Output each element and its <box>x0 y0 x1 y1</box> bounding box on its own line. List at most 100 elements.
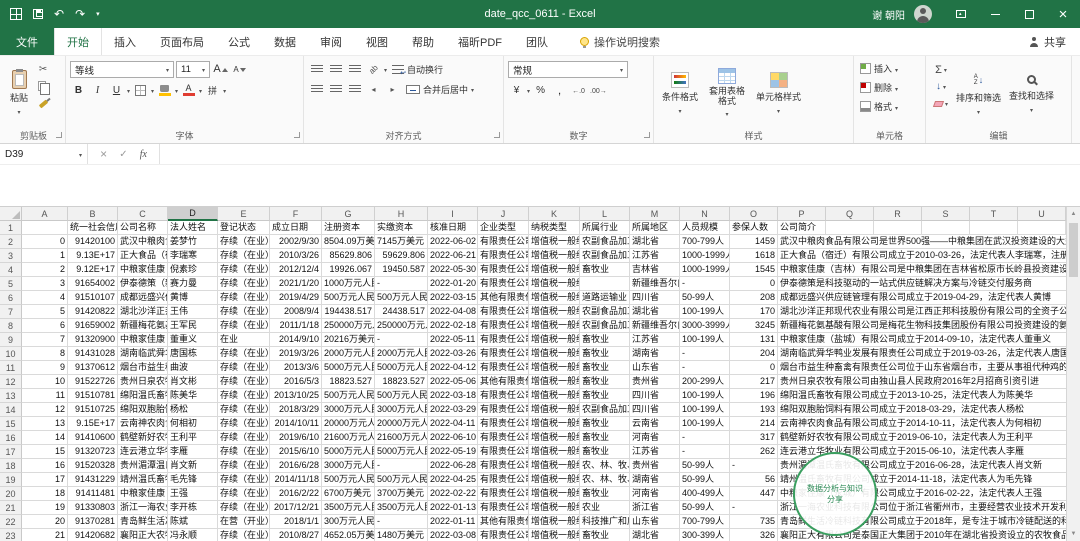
cell[interactable]: 0 <box>730 277 778 291</box>
cell[interactable]: 有限责任公司 <box>478 445 529 459</box>
cell[interactable]: - <box>375 333 428 347</box>
cell[interactable]: 50-99人 <box>680 291 730 305</box>
cell[interactable]: 贵州湄潭温氏畜牧有限公司 <box>118 459 168 473</box>
cell[interactable] <box>580 277 630 291</box>
cell[interactable]: 在业 <box>218 333 270 347</box>
cell[interactable]: 增值税一般纳税人 <box>529 235 580 249</box>
cell[interactable]: 四川省 <box>630 403 680 417</box>
cell[interactable]: 2017/12/21 <box>270 501 322 515</box>
cell[interactable]: 2015/6/10 <box>270 445 322 459</box>
column-header-U[interactable]: U <box>1018 207 1066 221</box>
cell[interactable]: 增值税一般纳税人 <box>529 277 580 291</box>
cell[interactable]: 100-199人 <box>680 403 730 417</box>
cell[interactable]: 400-499人 <box>680 487 730 501</box>
cell[interactable]: 262 <box>730 445 778 459</box>
cell[interactable]: 1 <box>22 249 68 263</box>
redo-icon[interactable] <box>75 8 85 20</box>
cut-button[interactable] <box>34 62 52 77</box>
tab-insert[interactable]: 插入 <box>102 28 148 55</box>
scroll-down-icon[interactable] <box>1067 527 1080 541</box>
cell[interactable]: 有限责任公司 <box>478 431 529 445</box>
row-header-5[interactable]: 5 <box>0 277 22 291</box>
cell[interactable]: 500万元人民币 <box>322 291 375 305</box>
insert-cells-button[interactable]: 插入 <box>858 59 921 78</box>
enter-icon[interactable] <box>119 149 127 160</box>
cell[interactable]: 曲波 <box>168 361 218 375</box>
cell[interactable]: 其他有限责任公司 <box>478 291 529 305</box>
cell[interactable]: 2000万元人民币 <box>322 347 375 361</box>
align-right-button[interactable] <box>346 81 363 97</box>
cell[interactable]: 91370612 <box>68 361 118 375</box>
cell[interactable]: 1000万元人民币 <box>322 277 375 291</box>
dialog-launcher-icon[interactable] <box>294 132 300 138</box>
name-box[interactable]: D39 <box>0 144 88 164</box>
cell[interactable]: 18823.527 <box>322 375 375 389</box>
cell[interactable]: 2016/6/28 <box>270 459 322 473</box>
cell[interactable]: 91510781 <box>68 389 118 403</box>
cell[interactable]: 447 <box>730 487 778 501</box>
cell[interactable]: 91420100 <box>68 235 118 249</box>
cell[interactable]: 新疆梅花氨基酸有限公司 <box>118 319 168 333</box>
cell[interactable]: 3000万元人民币 <box>375 403 428 417</box>
copy-button[interactable] <box>34 79 52 94</box>
increase-font-size-button[interactable] <box>212 62 229 78</box>
cell[interactable]: 在营（开业） <box>218 515 270 529</box>
cell[interactable]: 2022-03-18 <box>428 389 478 403</box>
clear-button[interactable] <box>932 96 950 111</box>
cell[interactable]: 有限责任公司 <box>478 473 529 487</box>
cell[interactable]: 增值税一般纳税人 <box>529 431 580 445</box>
chevron-down-icon[interactable] <box>151 84 154 96</box>
cell[interactable]: 500万元人民币 <box>322 389 375 403</box>
cell[interactable]: 59629.806 <box>375 249 428 263</box>
cell[interactable]: 何相初 <box>168 417 218 431</box>
row-header-6[interactable]: 6 <box>0 291 22 305</box>
underline-button[interactable] <box>108 82 125 98</box>
cell[interactable]: 有限责任公司 <box>478 333 529 347</box>
align-center-button[interactable] <box>327 81 344 97</box>
cell[interactable]: 317 <box>730 431 778 445</box>
percent-style-button[interactable] <box>532 82 549 98</box>
cell[interactable]: 2022-02-22 <box>428 487 478 501</box>
vertical-scrollbar[interactable] <box>1066 207 1080 541</box>
row-header-3[interactable]: 3 <box>0 249 22 263</box>
cell[interactable]: 200-299人 <box>680 375 730 389</box>
cell[interactable]: 14 <box>22 431 68 445</box>
cell[interactable]: 靖州温氏畜牧有限公司 <box>118 473 168 487</box>
find-select-button[interactable]: 查找和选择 <box>1005 59 1058 127</box>
cell[interactable]: 绵阳温氏畜牧有限公司 <box>118 389 168 403</box>
cell[interactable]: 王伟 <box>168 305 218 319</box>
cell[interactable]: 唐国栋 <box>168 347 218 361</box>
tab-team[interactable]: 团队 <box>514 28 560 55</box>
row-header-12[interactable]: 12 <box>0 375 22 389</box>
user-avatar[interactable] <box>914 5 932 23</box>
column-header-Q[interactable]: Q <box>826 207 874 221</box>
cell[interactable]: 7 <box>22 333 68 347</box>
align-top-button[interactable] <box>308 61 325 77</box>
cell[interactable]: - <box>680 431 730 445</box>
format-as-table-button[interactable]: 套用表格格式 <box>702 59 752 127</box>
cancel-icon[interactable] <box>100 147 107 161</box>
cell[interactable]: 91659002 <box>68 319 118 333</box>
minimize-button[interactable] <box>978 0 1012 28</box>
column-header-O[interactable]: O <box>730 207 778 221</box>
cell[interactable]: 18 <box>22 487 68 501</box>
cell[interactable]: 2011/1/18 <box>270 319 322 333</box>
cell[interactable]: 18823.527 <box>375 375 428 389</box>
format-painter-button[interactable] <box>34 96 52 111</box>
scrollbar-thumb[interactable] <box>1069 223 1078 277</box>
cell[interactable]: 武汉中粮肉食品有限公司是世界500强——中粮集团在武汉投资建设的大型现代化肉类食… <box>778 235 1066 249</box>
bold-button[interactable] <box>70 82 87 98</box>
cell[interactable]: 核准日期 <box>428 221 478 235</box>
cell[interactable]: 畜牧业 <box>580 431 630 445</box>
cell[interactable]: 烟台市益生种畜禽有限责任公司 <box>118 361 168 375</box>
row-header-15[interactable]: 15 <box>0 417 22 431</box>
cell[interactable]: 伊泰德策（新疆）供应链管理有限公司 <box>118 277 168 291</box>
cell[interactable]: 增值税一般纳税人 <box>529 417 580 431</box>
chevron-down-icon[interactable] <box>384 63 387 75</box>
paste-button[interactable]: 粘贴 <box>6 59 32 127</box>
cell[interactable]: - <box>375 459 428 473</box>
cell[interactable]: 统一社会信用代码 <box>68 221 118 235</box>
row-header-20[interactable]: 20 <box>0 487 22 501</box>
cell[interactable]: 农、林、牧、渔专业及辅助性活动 <box>580 459 630 473</box>
cell[interactable]: 2018/1/1 <box>270 515 322 529</box>
